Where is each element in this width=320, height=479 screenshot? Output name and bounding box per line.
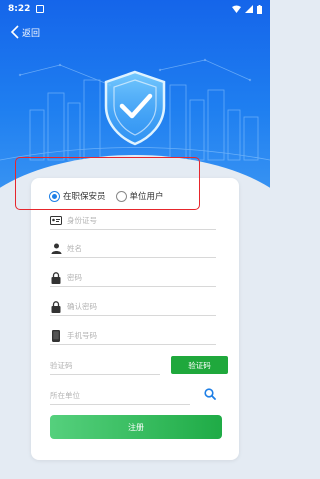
name-input[interactable]	[67, 244, 207, 253]
search-unit-button[interactable]	[202, 386, 218, 402]
shield-check-icon	[104, 70, 166, 146]
lock-icon	[50, 300, 62, 313]
chevron-left-icon	[10, 25, 19, 39]
password-field	[50, 269, 216, 287]
name-field	[50, 240, 216, 258]
battery-icon	[257, 4, 262, 14]
confirm-password-field	[50, 298, 216, 316]
id-card-icon	[50, 215, 62, 227]
search-icon	[204, 388, 216, 400]
wifi-icon	[232, 5, 241, 13]
back-button[interactable]: 返回	[10, 22, 40, 42]
phone-input[interactable]	[67, 331, 207, 340]
password-input[interactable]	[67, 273, 207, 282]
register-button[interactable]: 注册	[50, 415, 222, 439]
confirm-password-input[interactable]	[67, 302, 207, 311]
status-bar: 8:22	[0, 0, 270, 18]
status-time: 8:22	[8, 4, 31, 14]
user-icon	[50, 243, 62, 255]
unit-field	[50, 387, 190, 405]
back-label: 返回	[22, 28, 41, 39]
id-card-input[interactable]	[67, 216, 207, 225]
verification-code-input[interactable]	[50, 361, 160, 370]
lock-icon	[50, 271, 62, 284]
phone-field	[50, 327, 216, 345]
id-card-field	[50, 212, 216, 230]
get-code-button[interactable]: 验证码	[171, 356, 228, 374]
signal-icon	[245, 5, 253, 13]
phone-icon	[50, 329, 62, 342]
verification-code-field	[50, 357, 160, 375]
unit-input[interactable]	[50, 391, 190, 400]
notification-icon	[36, 5, 45, 13]
role-selection-highlight	[15, 157, 200, 210]
